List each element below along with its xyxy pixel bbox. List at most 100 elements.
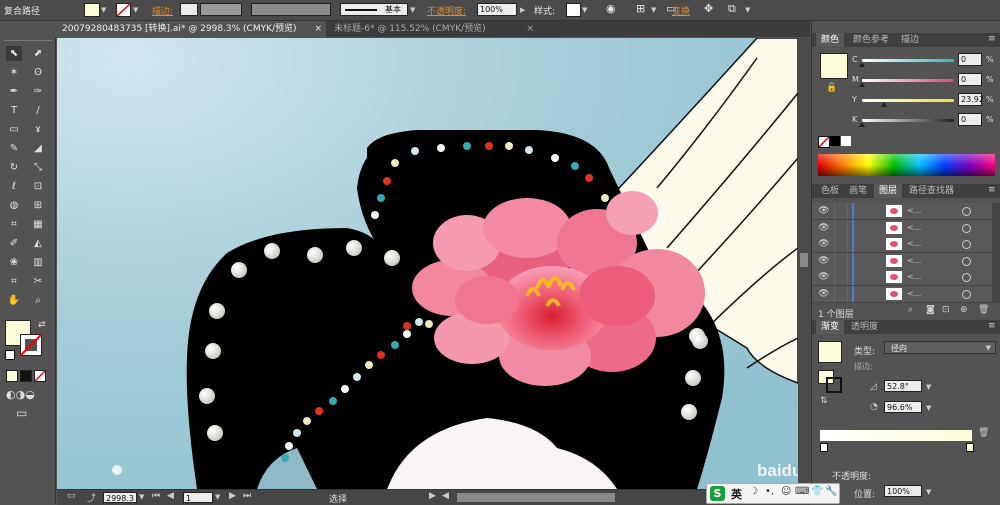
lock-cell[interactable] [834,252,848,269]
tab-gradient[interactable]: 渐变 [816,320,845,334]
artboard-icon[interactable]: ⌗ [6,274,22,289]
first-page-icon[interactable]: ⏮ [152,491,160,501]
perspective-icon[interactable]: ⊞ [30,198,46,213]
chevron-down-icon[interactable]: ▼ [926,383,931,391]
scale-icon[interactable]: ⤡ [30,160,46,175]
warp-icon[interactable]: ℓ [6,179,22,194]
channel-input-m[interactable]: 0 [958,73,982,86]
style-swatch[interactable] [566,3,581,17]
artboard-nav-icon[interactable]: ▭ [67,491,76,501]
lasso-icon[interactable]: ʘ [30,65,46,80]
magic-wand-icon[interactable]: ✶ [6,65,22,80]
chevron-down-icon[interactable]: ▼ [215,493,220,501]
last-page-icon[interactable]: ⏭ [243,491,251,501]
chevron-down-icon[interactable]: ▼ [926,404,931,412]
channel-slider-m[interactable] [862,79,954,82]
eye-icon[interactable]: 👁 [818,256,829,266]
white-swatch[interactable] [841,136,851,146]
slider-knob[interactable] [881,102,888,107]
tab-color[interactable]: 颜色 [816,33,845,47]
ime-keyboard-icon[interactable]: ⌨ [795,486,809,497]
channel-input-y[interactable]: 23.92 [958,93,984,106]
slice-icon[interactable]: ✂ [30,274,46,289]
slider-knob[interactable] [859,122,865,127]
target-icon[interactable] [962,207,971,216]
new-sublayer-icon[interactable]: ⊡ [942,305,950,315]
tab-stroke[interactable]: 描边 [896,33,924,47]
direct-selection-icon[interactable]: ⬈ [30,46,46,61]
layer-row[interactable]: 👁 <... [812,252,1000,270]
pen-icon[interactable]: ✒ [6,84,22,99]
angle-input[interactable]: 52.8° [884,380,922,392]
channel-input-c[interactable]: 0 [958,53,982,66]
eye-icon[interactable]: 👁 [818,272,829,282]
panel-menu-icon[interactable]: ≡ [988,321,996,331]
variable-width-select[interactable] [251,3,331,16]
pencil-icon[interactable]: ✎ [6,141,22,156]
channel-slider-c[interactable] [862,59,954,62]
clipping-mask-icon[interactable]: ◙ [926,305,935,315]
artboard-canvas[interactable]: baidu.co [57,38,798,489]
gradient-slider[interactable] [820,430,972,441]
ime-punctuation-icon[interactable]: •, [765,486,774,497]
close-icon[interactable]: × [526,21,534,37]
ime-logo-icon[interactable]: S [710,486,725,501]
next-page-icon[interactable]: ▶ [229,491,236,501]
eraser-icon[interactable]: ◢ [30,141,46,156]
slider-knob[interactable] [859,62,865,67]
graph-icon[interactable]: ▥ [30,255,46,270]
target-icon[interactable] [962,223,971,233]
channel-slider-y[interactable] [862,99,954,102]
blend-icon[interactable]: ◭ [30,236,46,251]
transform-icon[interactable]: ✥ [704,2,713,15]
stroke-weight-select[interactable] [200,3,242,16]
tab-transparency[interactable]: 透明度 [846,320,883,334]
layer-row[interactable]: 👁 <... [812,219,1000,237]
hand-icon[interactable]: ✋ [6,293,22,308]
swap-icon[interactable]: ⇄ [38,320,46,330]
ime-language[interactable]: 英 [731,486,742,502]
color-mode-icon[interactable] [6,370,18,382]
transform-link[interactable]: 变换 [672,4,690,17]
close-icon[interactable]: × [314,21,322,37]
channel-slider-k[interactable] [862,119,954,122]
target-icon[interactable] [962,273,971,282]
tab-swatches[interactable]: 色板 [816,184,844,198]
stroke-label[interactable]: 描边: [152,4,173,17]
scroll-left-icon[interactable]: ◀ [442,491,449,501]
target-icon[interactable] [962,256,971,266]
gradient-stop-right[interactable] [966,443,974,452]
screen-mode-icon[interactable]: ▭ [16,406,27,420]
ime-voice-icon[interactable]: ☺ [781,486,791,497]
target-icon[interactable] [962,240,971,249]
rectangle-icon[interactable]: ▭ [6,122,22,137]
chevron-down-icon[interactable]: ▼ [139,493,144,501]
chevron-down-icon[interactable]: ▼ [133,6,138,14]
delete-stop-icon[interactable]: 🗑 [978,428,989,438]
horizontal-scroll-thumb[interactable] [457,493,615,502]
tab-document-2[interactable]: 未标题-6* @ 115.52% (CMYK/预览) × [328,21,538,37]
opacity-input[interactable]: 100% [477,3,517,16]
color-spectrum[interactable] [818,154,995,176]
tab-brushes[interactable]: 画笔 [844,184,872,198]
panel-grip[interactable] [4,40,52,45]
tab-pathfinder[interactable]: 路径查找器 [904,184,959,198]
share-icon[interactable]: ⤴ [87,491,96,504]
stroke-swatch[interactable] [116,3,131,17]
layer-row[interactable]: 👁 <... [812,269,1000,286]
fill-swatch[interactable] [84,3,100,17]
type-icon[interactable]: T [6,103,22,118]
lock-cell[interactable] [834,203,848,219]
prev-page-icon[interactable]: ◀ [167,491,174,501]
chevron-down-icon[interactable]: ▼ [410,6,415,14]
aspect-ratio-input[interactable]: 96.6% [884,401,922,413]
gradient-mode-icon[interactable] [20,370,32,382]
delete-layer-icon[interactable]: 🗑 [978,305,989,315]
channel-input-k[interactable]: 0 [958,113,982,126]
brush-select[interactable]: 基本 [340,3,408,16]
layer-row[interactable]: 👁 <... [812,285,1000,303]
layer-row[interactable]: 👁 <... [812,203,1000,220]
gradient-type-select[interactable]: 径向 ▼ [884,341,996,354]
free-transform-icon[interactable]: ⊡ [30,179,46,194]
tab-color-guide[interactable]: 颜色参考 [848,33,894,47]
